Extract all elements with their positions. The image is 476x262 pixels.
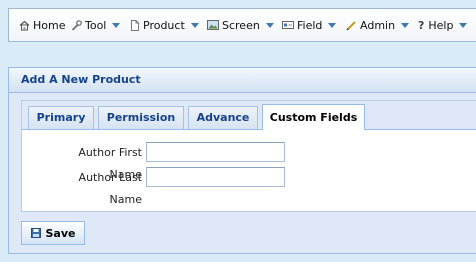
author-last-name-label: Author Last Name — [78, 171, 142, 206]
pencil-icon — [346, 21, 356, 30]
menu-field-label: Field — [297, 18, 323, 32]
floppy-disk-icon — [30, 228, 41, 238]
wrench-icon — [72, 19, 82, 30]
save-button-label: Save — [45, 226, 76, 240]
menu-tool[interactable]: Tool — [71, 9, 121, 41]
menu-product-label: Product — [143, 18, 185, 32]
tab-custom-fields[interactable]: Custom Fields — [262, 104, 365, 130]
menu-field[interactable]: Field — [282, 9, 337, 41]
menu-help[interactable]: ? Help — [418, 9, 468, 41]
menu-screen[interactable]: Screen — [207, 9, 274, 41]
menu-home-label: Home — [33, 18, 66, 32]
tab-strip: Primary Permission Advance Custom Fields — [22, 101, 476, 130]
chevron-down-icon — [401, 22, 410, 28]
screen-image-icon — [207, 20, 219, 30]
menu-product[interactable]: Product — [130, 9, 199, 41]
menu-admin-label: Admin — [360, 18, 396, 32]
question-icon: ? — [418, 18, 425, 32]
document-icon — [131, 19, 139, 31]
menu-tool-label: Tool — [85, 18, 107, 32]
chevron-down-icon — [112, 22, 121, 28]
chevron-down-icon — [265, 22, 274, 28]
author-last-name-input[interactable] — [146, 167, 285, 187]
tab-permission[interactable]: Permission — [98, 106, 184, 129]
tab-container: Primary Permission Advance Custom Fields… — [21, 100, 476, 212]
menu-help-label: Help — [428, 18, 454, 32]
panel-body: Primary Permission Advance Custom Fields… — [9, 93, 476, 253]
menu-admin[interactable]: Admin — [346, 9, 410, 41]
menu-home[interactable]: Home — [19, 9, 65, 41]
save-button[interactable]: Save — [21, 221, 85, 245]
menu-screen-label: Screen — [222, 18, 260, 32]
home-icon — [19, 20, 30, 30]
chevron-down-icon — [190, 22, 199, 28]
tab-advance[interactable]: Advance — [188, 106, 258, 129]
add-product-panel: Add A New Product Primary Permission Adv… — [8, 67, 476, 254]
panel-title: Add A New Product — [9, 68, 476, 93]
tab-primary[interactable]: Primary — [28, 106, 94, 129]
top-menubar: Home Tool Product Screen Field Admin ? H… — [8, 8, 476, 42]
chevron-down-icon — [459, 22, 468, 28]
author-first-name-input[interactable] — [146, 142, 285, 162]
chevron-down-icon — [328, 22, 337, 28]
field-icon — [282, 21, 294, 29]
